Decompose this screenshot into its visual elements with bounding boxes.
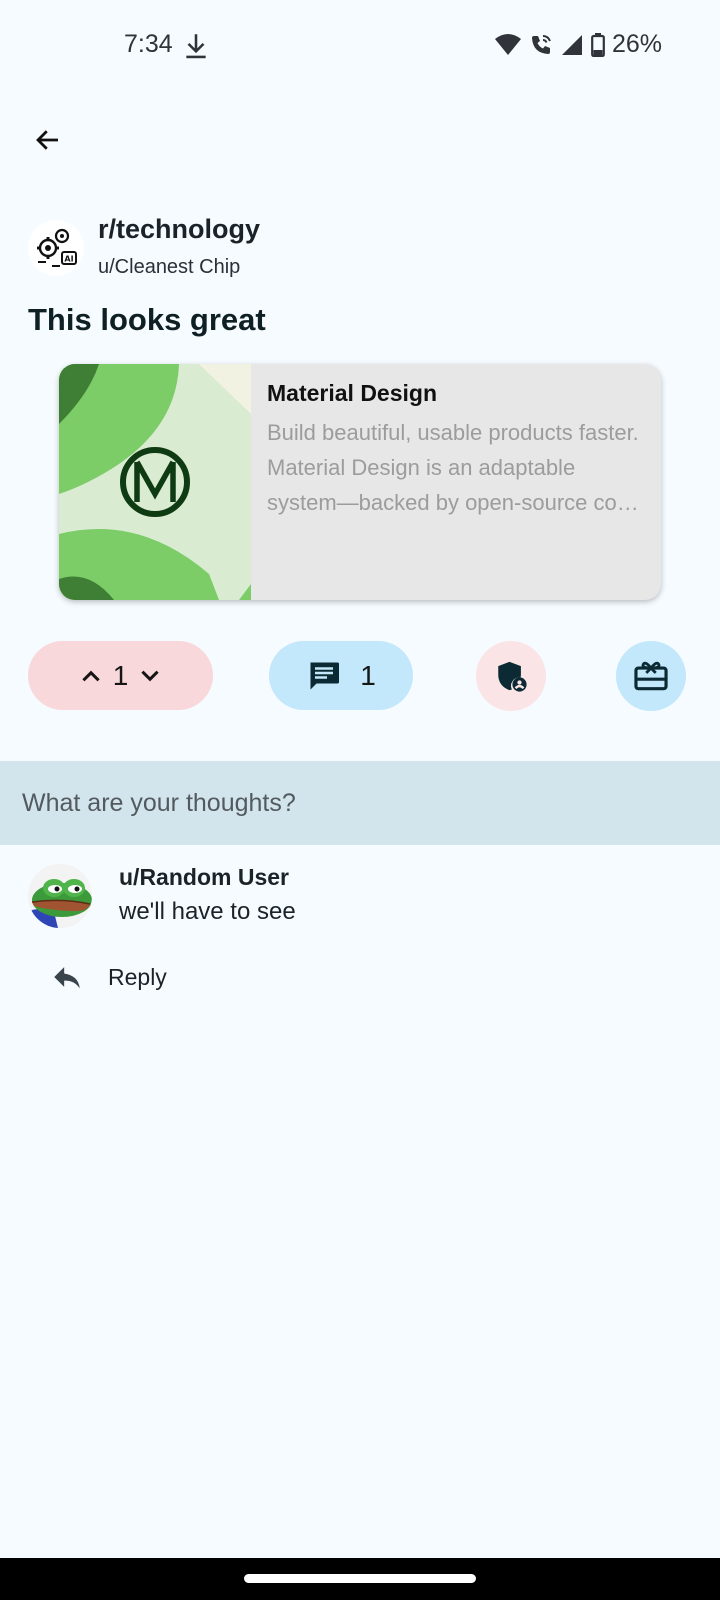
comment-icon [310, 662, 340, 689]
comment-count: 1 [360, 659, 376, 691]
material-design-thumbnail [59, 364, 251, 600]
battery-icon [591, 32, 605, 57]
battery-percent: 26% [611, 30, 662, 58]
link-preview-card[interactable]: Material Design Build beautiful, usable … [59, 364, 661, 600]
comment-username[interactable]: u/Random User [119, 864, 289, 891]
award-button[interactable] [616, 641, 686, 711]
chevron-up-icon [82, 670, 100, 681]
comment-body: we'll have to see [119, 898, 296, 925]
screen: 7:34 26% AI r/technology u/Cleanest Chip… [0, 0, 720, 1600]
link-thumbnail [59, 364, 251, 600]
system-nav-bar [0, 1558, 720, 1600]
reply-label: Reply [108, 963, 167, 990]
signal-icon [561, 34, 582, 55]
post-title: This looks great [28, 302, 266, 337]
post-author[interactable]: u/Cleanest Chip [98, 256, 240, 279]
status-time: 7:34 [124, 30, 173, 58]
arrow-back-icon [36, 130, 58, 150]
back-button[interactable] [22, 114, 74, 166]
downvote-button[interactable] [132, 658, 168, 694]
home-gesture-handle[interactable] [244, 1574, 476, 1583]
comment-avatar[interactable] [28, 864, 92, 928]
reply-icon [54, 967, 80, 989]
status-icons: 26% [494, 30, 662, 59]
comment-input-placeholder: What are your thoughts? [22, 788, 296, 817]
wifi-call-icon [531, 34, 551, 54]
subreddit-name[interactable]: r/technology [98, 214, 260, 245]
wifi-icon [494, 33, 521, 55]
reply-button[interactable]: Reply [50, 955, 167, 999]
link-text: Material Design Build beautiful, usable … [251, 364, 661, 600]
moderator-button[interactable] [476, 641, 546, 711]
svg-text:AI: AI [64, 255, 73, 264]
vote-count: 1 [112, 659, 129, 691]
download-icon [186, 34, 206, 59]
comment-input[interactable]: What are your thoughts? [0, 761, 720, 845]
upvote-button[interactable] [73, 658, 109, 694]
gift-card-icon [634, 661, 668, 691]
comments-button[interactable]: 1 [269, 641, 413, 710]
vote-control: 1 [28, 641, 213, 710]
status-bar: 7:34 26% [0, 0, 720, 92]
frog-avatar-image [28, 864, 92, 928]
chevron-down-icon [141, 670, 159, 681]
link-description: Build beautiful, usable products faster.… [267, 420, 642, 515]
shield-person-icon [498, 661, 527, 692]
ai-gears-icon: AI [37, 228, 77, 267]
subreddit-avatar[interactable]: AI [28, 220, 84, 276]
link-title: Material Design [267, 380, 437, 406]
